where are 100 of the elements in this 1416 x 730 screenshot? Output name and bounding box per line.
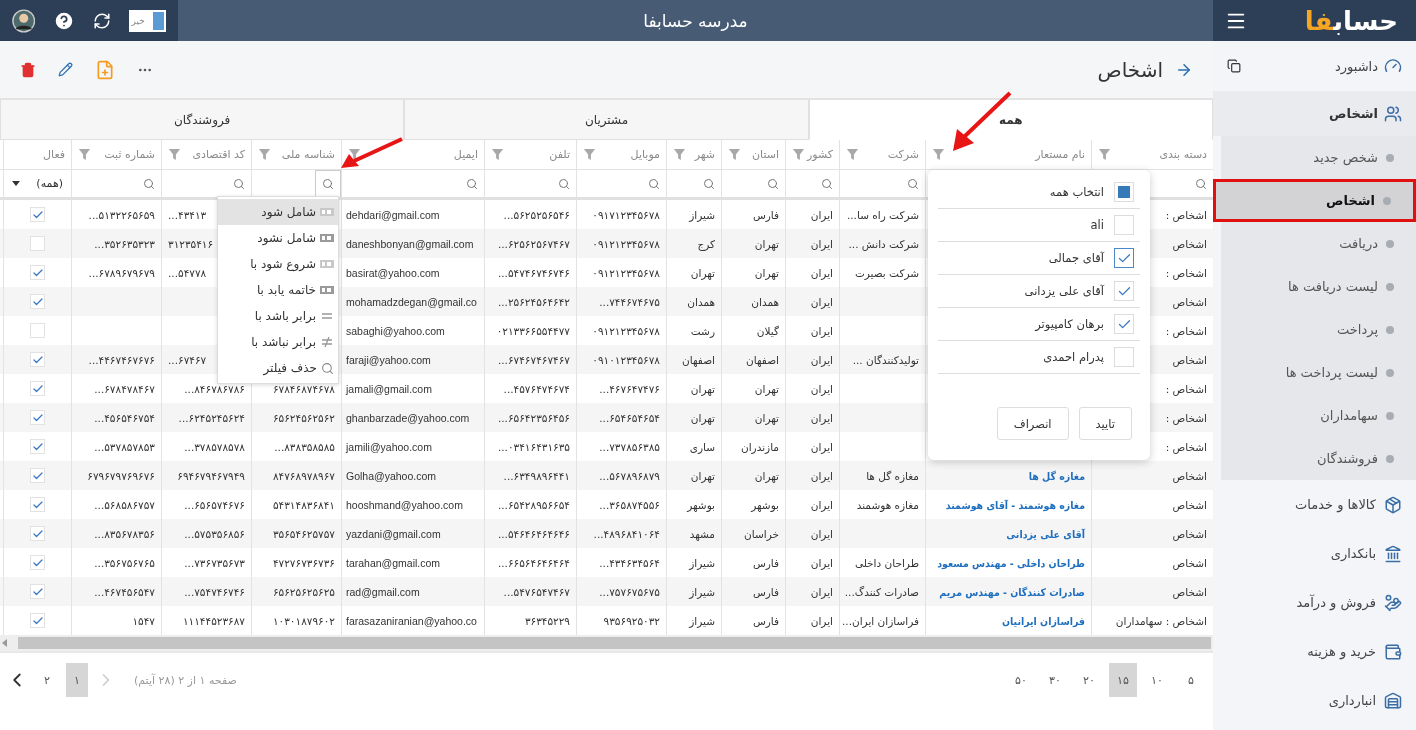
table-cell: basirat@yahoo.com (346, 266, 440, 279)
table-cell: گیلان (756, 324, 779, 337)
table-cell: اشخاص : (1165, 266, 1207, 279)
table-cell: شرکت دانش ... (848, 237, 919, 250)
table-cell: ۸۳۸۳۵۸۵۸۵... (274, 440, 335, 453)
table-cell: ۳۱۲۳۵۴۱۶ (168, 237, 214, 250)
table-cell: ۶۷۸۴۷۸۴۶۷... (94, 382, 155, 395)
table-cell: ۰۹۱۲۱۲۳۴۵۶۷۸ (592, 237, 660, 250)
table-cell: ۶۵۶۵۷۴۶۷۶... (184, 498, 245, 511)
table-cell: اشخاص : (1165, 440, 1207, 453)
table-cell: ghanbarzade@yahoo.com (346, 411, 470, 424)
table-cell: اشخاص : (1165, 411, 1207, 424)
table-cell: مشهد (689, 527, 715, 540)
table-cell: ۸۴۷۶۸۹۷۸۹۶۷ (272, 469, 335, 482)
table-cell: رشت (690, 324, 715, 337)
table-cell: ۱۱۱۴۴۵۲۳۶۸۷ (182, 614, 245, 627)
table-cell: ۴۳۴۱۳... (168, 208, 207, 221)
table-cell: فراسازان ایران... (841, 614, 919, 627)
page-title: اشخاص (1097, 57, 1163, 82)
table-cell: ۶۲۵۶۲۵۶۷۴۶۷... (497, 237, 570, 250)
table-cell: ۶۲۴۵۲۴۵۶۲۴... (178, 411, 245, 424)
table-cell: ایران (810, 382, 833, 395)
table-cell: صادرات کنندگ... (844, 585, 919, 598)
table-cell: ۴۵۷۶۴۷۴۶۷۴... (503, 382, 570, 395)
table-cell: فارس (752, 208, 779, 221)
table-cell: ۰۹۱۷۱۲۳۴۵۶۷۸ (592, 208, 660, 221)
table-cell: ایران (810, 469, 833, 482)
table-cell: تهران (690, 382, 715, 395)
table-cell: ایران (810, 527, 833, 540)
table-cell: مغازه هوشمند (856, 498, 919, 511)
table-cell: ۵۱۳۲۲۶۵۶۵۹... (88, 208, 155, 221)
table-cell: ۶۵۴۶۵۴۶۵۴... (599, 411, 660, 424)
table-cell: ۷۵۴۷۴۶۷۴۶... (184, 585, 245, 598)
table-cell: ۷۵۷۶۷۵۶۷۵... (599, 585, 660, 598)
table-cell: Golha@yahoo.com (346, 469, 437, 482)
table-cell: ۶۷۸۴۶۸۷۴۶۷۸ (272, 382, 335, 395)
table-cell: بوشهر (687, 498, 715, 511)
table-cell: mohamadzdegan@gmail.co (346, 295, 477, 308)
table-cell: ایران (810, 353, 833, 366)
table-cell: اصفهان (682, 353, 715, 366)
table-cell: تهران (754, 382, 779, 395)
logo: حسابفا (1304, 5, 1398, 36)
table-cell: ایران (810, 237, 833, 250)
table-cell: ۸۳۵۶۷۸۳۵۶... (94, 527, 155, 540)
table-cell: ۵۴۷۶۵۴۷۴۶۷... (503, 585, 570, 598)
table-cell: jamili@yahoo.com (346, 440, 432, 453)
table-cell: ۷۳۷۸۵۶۳۸۵... (599, 440, 660, 453)
table-cell: ۰۲۱۳۳۶۶۵۵۴۴۷۷ (496, 324, 570, 337)
table-cell: ۷۴۴۶۷۴۶۷۵... (599, 295, 660, 308)
table-cell: ۵۴۷۷۸... (168, 266, 207, 279)
table-cell: farasazaniranian@yahoo.co (346, 614, 477, 627)
table-cell: تهران (690, 411, 715, 424)
table-cell: yazdani@gmail.com (346, 527, 441, 540)
table-cell: ۴۴۶۷۴۶۷۶۷۶... (88, 353, 155, 366)
table-cell: ایران (810, 498, 833, 511)
table-cell: ۰۹۱۲۱۲۳۴۵۶۷۸ (592, 266, 660, 279)
table-cell: ۵۶۲۵۲۵۶۵۴۶... (503, 208, 570, 221)
table-cell: ساری (689, 440, 715, 453)
table-cell: ۳۶۵۸۷۴۵۵۶... (599, 498, 660, 511)
table-cell: tarahan@gmail.com (346, 556, 441, 569)
table-cell: فارس (752, 614, 779, 627)
table-cell: ۰۹۱۰۱۲۳۴۵۶۷۸ (592, 353, 660, 366)
table-cell: ۵۷۵۳۵۶۸۵۶... (184, 527, 245, 540)
table-cell: شیراز (689, 585, 715, 598)
table-cell: ایران (810, 411, 833, 424)
table-cell: ۹۳۵۶۹۲۵۰۳۲ (603, 614, 660, 627)
table-cell: ۳۵۲۶۳۵۳۲۳... (94, 237, 155, 250)
table-cell: ۴۶۷۶۴۷۴۷۶... (599, 382, 660, 395)
table-cell: ایران (810, 208, 833, 221)
table-cell: ۳۵۶۷۵۶۷۶۵... (94, 556, 155, 569)
table-cell: ۰۳۴۱۶۴۳۱۶۳۵... (497, 440, 570, 453)
table-cell: ۶۵۴۲۸۹۵۶۶۵۴... (497, 498, 570, 511)
table-cell: ۴۳۴۶۳۴۵۶۴... (599, 556, 660, 569)
table-cell: ۸۴۶۷۸۶۷۸۶... (184, 382, 245, 395)
table-cell: hooshmand@yahoo.com (346, 498, 463, 511)
app-title: مدرسه حسابفا (643, 10, 748, 31)
table-cell: طراحان داخلی (854, 556, 919, 569)
table-cell: ایران (810, 266, 833, 279)
table-cell: jamali@gmail.com (346, 382, 432, 395)
table-cell: اصفهان (746, 353, 779, 366)
table-cell: اشخاص (1172, 237, 1207, 250)
table-cell: ۴۶۷۴۵۶۵۴۷... (94, 585, 155, 598)
table-cell: ایران (810, 440, 833, 453)
table-cell: ۶۶۵۶۴۶۴۶۴۶۴... (497, 556, 570, 569)
table-cell: daneshbonyan@gmail.com (346, 237, 474, 250)
table-cell: اشخاص (1172, 295, 1207, 308)
table-cell: ۲۵۶۲۴۵۶۴۶۴۲... (497, 295, 570, 308)
table-cell: اشخاص : (1165, 382, 1207, 395)
table-cell: dehdari@gmail.com (346, 208, 440, 221)
table-cell: اشخاص (1172, 585, 1207, 598)
table-cell: ۱۰۳۰۱۸۷۹۶۰۲ (272, 614, 335, 627)
table-cell: همدان (687, 295, 715, 308)
table-cell: ایران (810, 295, 833, 308)
page-info: صفحه ۱ از ۲ (۲۸ آیتم) (134, 673, 237, 687)
table-cell: مازندران (740, 440, 779, 453)
table-cell: ۳۷۸۵۷۸۵۷۸... (184, 440, 245, 453)
table-cell: تهران (754, 266, 779, 279)
table-cell: ۵۶۷۸۹۶۸۷۹... (599, 469, 660, 482)
table-cell: اشخاص (1172, 498, 1207, 511)
table-cell: ۴۸۹۶۸۴۱۰۶۴... (593, 527, 660, 540)
